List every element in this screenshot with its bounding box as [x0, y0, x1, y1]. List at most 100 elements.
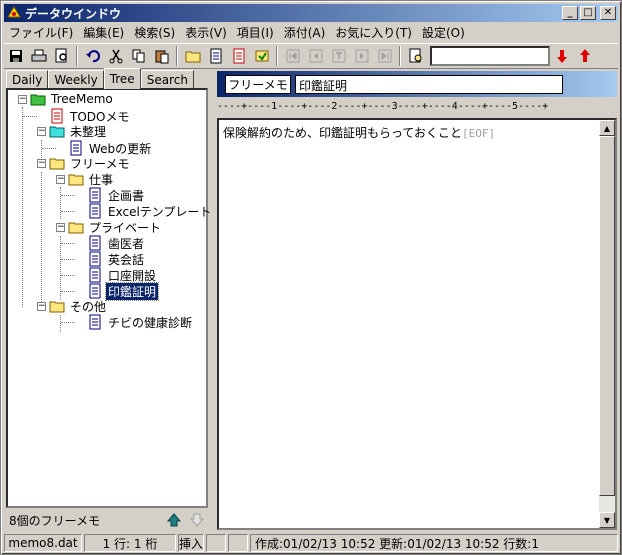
save-button[interactable]: [4, 45, 27, 67]
collapse-other-toggle[interactable]: −: [37, 302, 46, 311]
last-button[interactable]: [373, 45, 396, 67]
paste-button[interactable]: [150, 45, 173, 67]
top-button[interactable]: [327, 45, 350, 67]
memo-title-field[interactable]: 印鑑証明: [295, 75, 563, 94]
memo-editor[interactable]: 保険解約のため、印鑑証明もらっておくこと[EOF] ▲ ▼: [217, 118, 617, 530]
memo-icon: [89, 251, 101, 267]
memo-tree[interactable]: − TreeMemo TODOメモ − 未整理 Webの更新 − フリーメモ −…: [6, 88, 211, 508]
collapse-root-toggle[interactable]: −: [18, 95, 27, 104]
app-icon: [7, 6, 21, 18]
tree-node-planning[interactable]: 企画書: [87, 187, 146, 203]
tree-node-unsorted[interactable]: 未整理: [49, 123, 108, 139]
scissors-icon: [109, 49, 122, 64]
menu-edit[interactable]: 編集(E): [78, 24, 129, 41]
scroll-thumb[interactable]: [599, 136, 615, 496]
menu-file[interactable]: ファイル(F): [4, 24, 78, 41]
tree-line: [41, 172, 42, 302]
toolbar-separator: [76, 46, 78, 66]
attach-button[interactable]: [250, 45, 273, 67]
tree-node-work[interactable]: 仕事: [68, 171, 115, 187]
tree-node-root[interactable]: TreeMemo: [30, 91, 115, 107]
print-preview-button[interactable]: [50, 45, 73, 67]
paste-icon: [155, 50, 168, 64]
minimize-button[interactable]: _: [562, 6, 578, 20]
collapse-work-toggle[interactable]: −: [56, 175, 65, 184]
search-up-button[interactable]: [573, 45, 596, 67]
category-button[interactable]: フリーメモ: [225, 75, 291, 94]
close-button[interactable]: ✕: [600, 6, 616, 20]
tree-line: [41, 140, 42, 158]
tree-label: Excelテンプレート: [108, 204, 212, 219]
print-button[interactable]: [27, 45, 50, 67]
tree-line: [61, 211, 75, 212]
arrow-up-icon: [579, 49, 590, 62]
tree-line: [61, 291, 75, 292]
copy-button[interactable]: [127, 45, 150, 67]
toolbar-separator: [176, 46, 178, 66]
toolbar-separator: [399, 46, 401, 66]
tab-weekly[interactable]: Weekly: [48, 70, 104, 88]
menu-view[interactable]: 表示(V): [180, 24, 232, 41]
new-memo-button[interactable]: [204, 45, 227, 67]
next-button[interactable]: [350, 45, 373, 67]
collapse-free-toggle[interactable]: −: [37, 159, 46, 168]
tree-node-checkup[interactable]: チビの健康診断: [87, 314, 194, 330]
preview-icon: [55, 48, 67, 63]
status-bar: memo8.dat 1 行: 1 桁 挿入 作成:01/02/13 10:52 …: [4, 534, 618, 552]
folder-icon: [49, 301, 65, 313]
first-button[interactable]: [281, 45, 304, 67]
tree-node-account[interactable]: 口座開設: [87, 267, 158, 283]
tab-daily[interactable]: Daily: [6, 70, 49, 88]
tab-tree[interactable]: Tree: [103, 68, 141, 89]
memo-body[interactable]: 保険解約のため、印鑑証明もらっておくこと[EOF]: [223, 124, 495, 141]
move-up-button[interactable]: [162, 509, 185, 531]
new-folder-button[interactable]: [181, 45, 204, 67]
vertical-scrollbar[interactable]: ▲ ▼: [599, 120, 615, 528]
menu-search[interactable]: 検索(S): [129, 24, 180, 41]
tree-line: [61, 275, 75, 276]
menu-favorites[interactable]: お気に入り(T): [330, 24, 417, 41]
menu-settings[interactable]: 設定(O): [417, 24, 470, 41]
tree-label: 口座開設: [108, 268, 157, 283]
collapse-private-toggle[interactable]: −: [56, 223, 65, 232]
next-icon: [355, 49, 368, 63]
left-footer: 8個のフリーメモ: [6, 510, 208, 530]
tree-node-english[interactable]: 英会話: [87, 251, 146, 267]
maximize-button[interactable]: □: [580, 6, 596, 20]
status-position: 1 行: 1 桁: [84, 534, 176, 552]
search-input[interactable]: [430, 46, 550, 66]
menu-attach[interactable]: 添付(A): [279, 24, 331, 41]
tree-node-private[interactable]: プライベート: [68, 219, 163, 235]
tree-node-other[interactable]: その他: [49, 298, 108, 314]
tree-node-free[interactable]: フリーメモ: [49, 155, 132, 171]
tree-label: フリーメモ: [70, 156, 130, 171]
folder-icon: [68, 174, 84, 186]
memo-body-text: 保険解約のため、印鑑証明もらっておくこと: [223, 126, 463, 140]
memo-icon: [210, 48, 221, 64]
new-todo-button[interactable]: [227, 45, 250, 67]
search-down-button[interactable]: [550, 45, 573, 67]
previous-icon: [309, 49, 322, 63]
scroll-down-button[interactable]: ▼: [599, 512, 615, 528]
memo-icon: [89, 314, 101, 330]
tree-label: 英会話: [108, 252, 145, 267]
right-pane: フリーメモ 印鑑証明 ----+----1----+----2----+----…: [215, 69, 617, 532]
undo-button[interactable]: [81, 45, 104, 67]
cut-button[interactable]: [104, 45, 127, 67]
view-tabs: Daily Weekly Tree Search: [6, 68, 194, 89]
collapse-unsorted-toggle[interactable]: −: [37, 127, 46, 136]
find-button[interactable]: [404, 45, 427, 67]
previous-button[interactable]: [304, 45, 327, 67]
tree-label: TreeMemo: [51, 92, 113, 106]
menu-item[interactable]: 項目(I): [232, 24, 279, 41]
tree-label: チビの健康診断: [108, 315, 193, 330]
title-bar[interactable]: データウインドウ _ □ ✕: [4, 4, 618, 22]
tree-node-dentist[interactable]: 歯医者: [87, 235, 146, 251]
tree-line: [61, 259, 75, 260]
move-down-button[interactable]: [185, 509, 208, 531]
tree-node-excel[interactable]: Excelテンプレート: [87, 203, 213, 219]
app-window: データウインドウ _ □ ✕ ファイル(F) 編集(E) 検索(S) 表示(V)…: [0, 0, 622, 555]
scroll-up-button[interactable]: ▲: [599, 120, 615, 136]
folder-cyan-icon: [49, 126, 65, 138]
tab-search[interactable]: Search: [140, 70, 194, 88]
